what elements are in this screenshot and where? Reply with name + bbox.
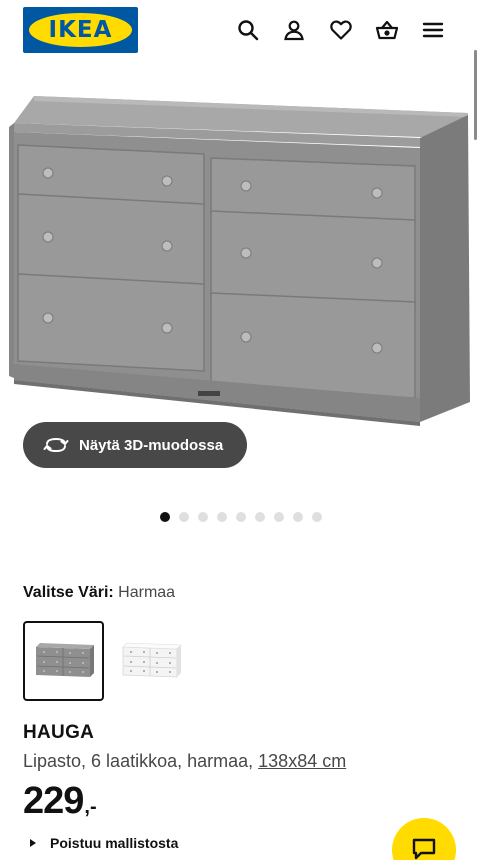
view-3d-button[interactable]: Näytä 3D-muodossa — [23, 422, 247, 468]
account-icon[interactable] — [278, 14, 310, 46]
logo-text: IKEA — [48, 17, 113, 43]
chat-bubble-icon — [412, 838, 436, 860]
color-swatch-grey[interactable] — [23, 621, 104, 701]
gallery-pagination — [160, 512, 322, 522]
color-select-key: Valitse Väri: — [23, 584, 114, 601]
view-3d-label: Näytä 3D-muodossa — [79, 436, 224, 454]
color-select-label: Valitse Väri: Harmaa — [23, 584, 175, 602]
availability-text: Poistuu mallistosta — [50, 835, 179, 851]
gallery-dot-3[interactable] — [198, 512, 208, 522]
gallery-dot-9[interactable] — [312, 512, 322, 522]
search-icon[interactable] — [232, 14, 264, 46]
heart-icon[interactable] — [325, 14, 357, 46]
gallery-dot-5[interactable] — [236, 512, 246, 522]
product-description: Lipasto, 6 laatikkoa, harmaa, 138x84 cm — [23, 751, 346, 772]
gallery-dot-2[interactable] — [179, 512, 189, 522]
product-image[interactable] — [0, 80, 480, 430]
gallery-dot-7[interactable] — [274, 512, 284, 522]
caret-right-icon — [30, 839, 36, 847]
gallery-dot-8[interactable] — [293, 512, 303, 522]
product-dimensions-link[interactable]: 138x84 cm — [258, 751, 346, 771]
menu-icon[interactable] — [417, 14, 449, 46]
chat-button[interactable] — [392, 818, 456, 860]
product-price: 229 ,- — [23, 780, 97, 823]
availability-toggle[interactable]: Poistuu mallistosta — [30, 835, 178, 851]
price-integer: 229 — [23, 780, 84, 822]
basket-icon[interactable] — [371, 14, 403, 46]
product-description-text: Lipasto, 6 laatikkoa, harmaa, — [23, 751, 254, 771]
site-header: IKEA — [0, 0, 480, 62]
price-suffix: ,- — [84, 796, 97, 818]
ikea-logo[interactable]: IKEA — [23, 7, 138, 53]
gallery-dot-6[interactable] — [255, 512, 265, 522]
rotate-3d-icon — [43, 435, 69, 455]
gallery-dot-4[interactable] — [217, 512, 227, 522]
color-swatch-white[interactable] — [110, 621, 191, 701]
product-name: HAUGA — [23, 722, 95, 743]
gallery-dot-1[interactable] — [160, 512, 170, 522]
color-select-value: Harmaa — [118, 584, 176, 601]
